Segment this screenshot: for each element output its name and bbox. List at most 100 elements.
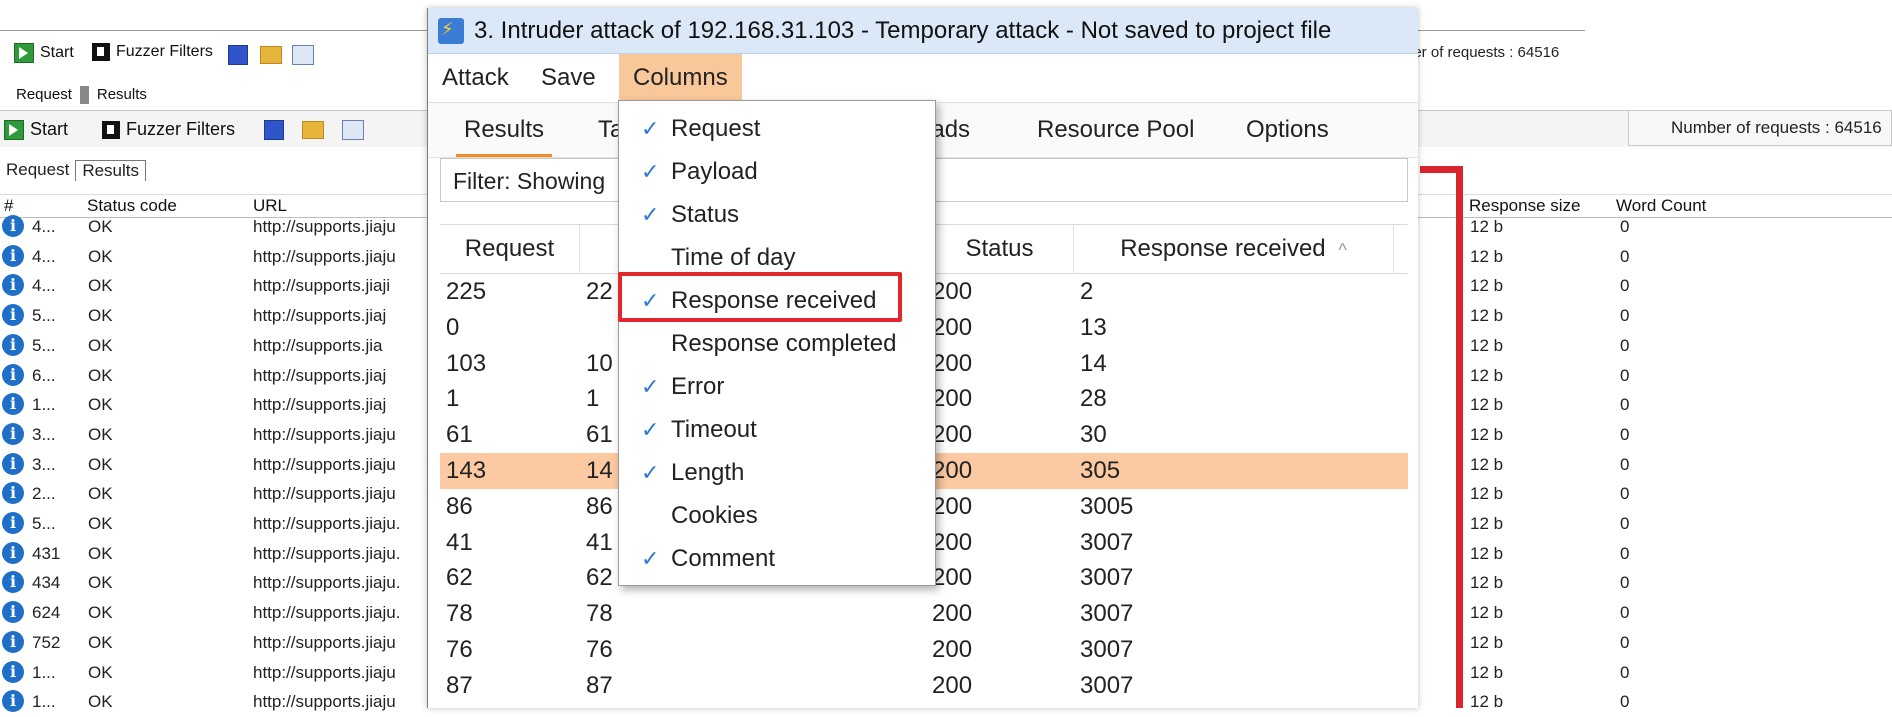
check-icon: ✓ [641,417,660,442]
cell-status: OK [88,454,113,474]
cell-word-count: 0 [1620,514,1630,533]
cell-url: http://supports.jiaju [253,632,396,652]
cell-number: 624 [32,603,61,623]
cell-word-count: 0 [1620,662,1630,682]
menu-item-label: Payload [671,158,758,185]
cell-status: 200 [932,492,973,520]
tab-results[interactable]: Results [455,103,553,157]
cell-response-size: 12 b [1470,306,1504,326]
info-icon: i [2,333,24,356]
start-button[interactable]: Start [4,119,68,140]
menu-item-timeout[interactable]: ✓ Timeout [619,408,935,451]
cell-word-count: 0 [1620,603,1630,623]
cell-request: 62 [446,564,473,592]
cell-payload: 62 [586,564,613,592]
menu-item-status[interactable]: ✓ Status [619,193,935,236]
cell-payload: 22 [586,278,613,305]
cell-status: OK [88,573,113,593]
check-icon: ✓ [641,460,660,485]
column-request[interactable]: Request [440,225,580,273]
export-icon[interactable] [292,45,314,65]
cell-word-count: 0 [1620,335,1630,355]
cell-word-count: 0 [1620,424,1630,444]
tab-results-top[interactable]: Results [93,86,151,104]
tab-resource-pool[interactable]: Resource Pool [1037,103,1194,157]
info-icon: i [2,274,24,297]
info-icon: i [2,215,24,237]
info-icon: i [2,452,24,475]
cell-payload: 1 [586,385,600,413]
cell-word-count: 0 [1620,454,1630,474]
cell-word-count: 0 [1620,306,1630,326]
cell-status: 200 [932,385,973,413]
fuzzer-filters-button-top[interactable]: Fuzzer Filters [92,43,213,61]
menu-item-payload[interactable]: ✓ Payload [619,150,935,193]
intruder-bolt-icon [438,17,464,44]
column-status[interactable]: Status [926,225,1074,273]
annotation-highlight-box [618,272,902,322]
menu-item-error[interactable]: ✓ Error [619,365,935,408]
menu-item-response-completed[interactable]: Response completed [619,322,935,365]
cell-number: 2... [32,484,56,504]
menu-item-comment[interactable]: ✓ Comment [619,537,935,580]
menu-item-length[interactable]: ✓ Length [619,451,935,494]
fuzzer-filters-label: Fuzzer Filters [126,119,236,139]
menu-attack[interactable]: Attack [428,54,523,102]
menu-columns[interactable]: Columns [619,54,742,102]
cell-url: http://supports.jiaju [253,662,396,682]
cell-url: http://supports.jiaju. [253,573,401,593]
menu-item-cookies[interactable]: Cookies [619,494,935,537]
fuzzer-filter-icon [102,120,120,139]
menu-item-label: Status [671,201,740,228]
cell-response-received: 30 [1080,421,1107,449]
cell-response-size: 12 b [1470,632,1504,652]
cell-status: OK [88,217,113,236]
cell-url: http://supports.jiaju. [253,543,401,563]
cell-status: OK [88,632,113,652]
menu-save[interactable]: Save [527,54,610,102]
start-label: Start [40,44,74,61]
menu-item-request[interactable]: ✓ Request [619,107,935,150]
check-icon: ✓ [641,116,660,141]
tab-results[interactable]: Results [75,160,147,181]
cell-status: 200 [932,528,973,556]
save-icon[interactable] [228,45,248,65]
cell-response-received: 3005 [1080,492,1134,520]
info-icon: i [2,571,24,594]
requests-count: Number of requests : 64516 [1628,110,1892,146]
save-icon[interactable] [264,120,284,140]
cell-payload: 87 [586,671,613,699]
cell-word-count: 0 [1620,573,1630,593]
cell-payload: 86 [586,492,613,520]
cell-number: 3... [32,454,56,474]
fuzzer-filters-button[interactable]: Fuzzer Filters [102,119,235,140]
table-row[interactable]: 76 76 200 3007 [440,632,1408,668]
cell-url: http://supports.jiaju [253,484,396,504]
table-row[interactable]: 78 78 200 3007 [440,596,1408,632]
cell-payload: 78 [586,600,613,628]
start-icon [14,43,34,63]
tab-request-top[interactable]: Request [12,86,76,104]
open-folder-icon[interactable] [260,46,282,64]
info-icon: i [2,244,24,267]
column-response-received[interactable]: Response received ^ [1074,225,1394,273]
cell-status: OK [88,365,113,385]
start-button-top[interactable]: Start [14,43,74,63]
cell-request: 76 [446,636,473,663]
start-icon [4,119,24,140]
open-folder-icon[interactable] [302,121,324,139]
cell-url: http://supports.jiaj [253,395,387,415]
tab-options[interactable]: Options [1246,103,1329,157]
menu-item-label: Comment [671,545,776,572]
tab-request[interactable]: Request [4,160,75,181]
export-icon[interactable] [342,120,364,140]
fuzzer-filter-icon [92,43,110,61]
cell-payload: 61 [586,421,613,449]
cell-word-count: 0 [1620,395,1630,415]
cell-status: OK [88,514,113,533]
table-row[interactable]: 87 87 200 3007 [440,668,1408,704]
cell-word-count: 0 [1620,276,1630,296]
cell-number: 5... [32,306,56,326]
cell-number: 3... [32,424,56,444]
cell-word-count: 0 [1620,246,1630,266]
